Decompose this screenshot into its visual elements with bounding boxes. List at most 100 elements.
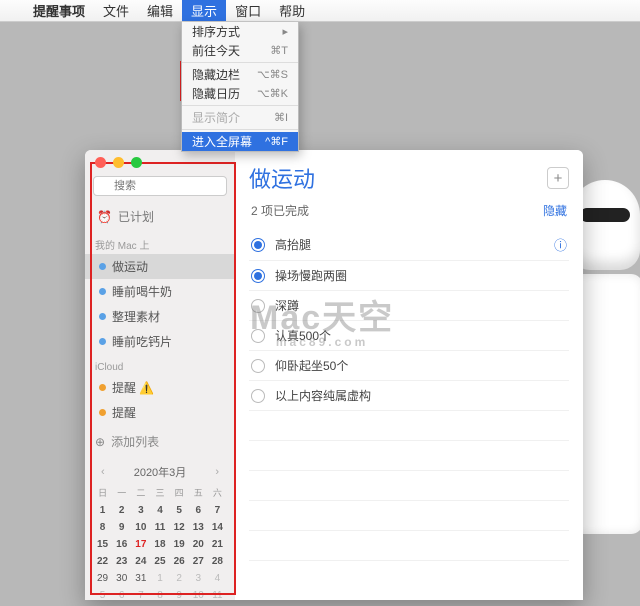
menu-edit[interactable]: 编辑 bbox=[138, 0, 182, 21]
cal-day[interactable]: 2 bbox=[170, 571, 189, 586]
cal-day[interactable]: 9 bbox=[112, 520, 131, 535]
cal-day[interactable]: 3 bbox=[131, 503, 150, 518]
task-row[interactable]: 以上内容纯属虚构 bbox=[249, 381, 569, 411]
cal-day[interactable]: 25 bbox=[150, 554, 169, 569]
mini-calendar: ‹ 2020年3月 › 日一二三四五六123456789101112131415… bbox=[85, 458, 235, 600]
reminders-window: 🔍 ⏰ 已计划 我的 Mac 上 做运动 睡前喝牛奶 整理素材 睡前吃钙片 iC… bbox=[85, 150, 583, 600]
cal-day[interactable]: 5 bbox=[93, 588, 112, 600]
task-row[interactable]: 操场慢跑两圈 bbox=[249, 261, 569, 291]
sidebar-item-organize[interactable]: 整理素材 bbox=[85, 304, 235, 329]
empty-row bbox=[249, 471, 569, 501]
sidebar-item-reminder-warn[interactable]: 提醒 ⚠️ bbox=[85, 375, 235, 400]
traffic-lights bbox=[95, 157, 142, 168]
cal-day[interactable]: 29 bbox=[93, 571, 112, 586]
sidebar-item-exercise[interactable]: 做运动 bbox=[85, 254, 235, 279]
cal-day[interactable]: 3 bbox=[189, 571, 208, 586]
menu-window[interactable]: 窗口 bbox=[226, 0, 270, 21]
minimize-button[interactable] bbox=[113, 157, 124, 168]
sidebar-item-reminder[interactable]: 提醒 bbox=[85, 400, 235, 425]
hide-completed-link[interactable]: 隐藏 bbox=[543, 202, 567, 219]
cal-dow: 日 bbox=[93, 484, 112, 501]
task-row[interactable]: 高抬腿ⓘ bbox=[249, 229, 569, 261]
cal-day[interactable]: 26 bbox=[170, 554, 189, 569]
menu-help[interactable]: 帮助 bbox=[270, 0, 314, 21]
cal-day[interactable]: 24 bbox=[131, 554, 150, 569]
task-label: 深蹲 bbox=[275, 297, 567, 314]
cal-day[interactable]: 4 bbox=[208, 571, 227, 586]
cal-prev[interactable]: ‹ bbox=[97, 466, 109, 478]
completed-count: 2 项已完成 bbox=[251, 202, 309, 219]
empty-row bbox=[249, 441, 569, 471]
view-dropdown: 排序方式▸前往今天⌘T 隐藏边栏⌥⌘S隐藏日历⌥⌘K 显示简介⌘I 进入全屏幕^⌘F bbox=[181, 22, 299, 152]
add-reminder-button[interactable]: + bbox=[547, 167, 569, 189]
cal-day[interactable]: 21 bbox=[208, 537, 227, 552]
cal-day[interactable]: 31 bbox=[131, 571, 150, 586]
task-radio[interactable] bbox=[251, 299, 265, 313]
zoom-button[interactable] bbox=[131, 157, 142, 168]
menu-app[interactable]: 提醒事项 bbox=[24, 0, 94, 21]
dropdown-item[interactable]: 隐藏日历⌥⌘K bbox=[182, 84, 298, 103]
cal-day[interactable]: 2 bbox=[112, 503, 131, 518]
cal-day[interactable]: 11 bbox=[150, 520, 169, 535]
task-radio[interactable] bbox=[251, 238, 265, 252]
cal-day[interactable]: 20 bbox=[189, 537, 208, 552]
cal-day[interactable]: 8 bbox=[150, 588, 169, 600]
cal-dow: 六 bbox=[208, 484, 227, 501]
menu-view[interactable]: 显示 bbox=[182, 0, 226, 21]
cal-day[interactable]: 28 bbox=[208, 554, 227, 569]
dropdown-item: 显示简介⌘I bbox=[182, 108, 298, 127]
cal-dow: 三 bbox=[150, 484, 169, 501]
task-label: 认真500个 bbox=[275, 327, 567, 344]
dropdown-item[interactable]: 排序方式▸ bbox=[182, 22, 298, 41]
cal-day[interactable]: 23 bbox=[112, 554, 131, 569]
search-input[interactable] bbox=[93, 176, 227, 196]
cal-day[interactable]: 1 bbox=[150, 571, 169, 586]
cal-day[interactable]: 30 bbox=[112, 571, 131, 586]
cal-day[interactable]: 10 bbox=[131, 520, 150, 535]
cal-day[interactable]: 13 bbox=[189, 520, 208, 535]
info-icon[interactable]: ⓘ bbox=[554, 235, 567, 254]
cal-day[interactable]: 7 bbox=[208, 503, 227, 518]
dropdown-item[interactable]: 前往今天⌘T bbox=[182, 41, 298, 60]
cal-title: 2020年3月 bbox=[134, 464, 187, 480]
cal-day[interactable]: 6 bbox=[112, 588, 131, 600]
dropdown-item[interactable]: 隐藏边栏⌥⌘S bbox=[182, 65, 298, 84]
task-label: 仰卧起坐50个 bbox=[275, 357, 567, 374]
scheduled-row[interactable]: ⏰ 已计划 bbox=[85, 202, 235, 229]
sidebar-item-calcium[interactable]: 睡前吃钙片 bbox=[85, 329, 235, 354]
cal-day[interactable]: 7 bbox=[131, 588, 150, 600]
cal-day[interactable]: 8 bbox=[93, 520, 112, 535]
cal-day[interactable]: 27 bbox=[189, 554, 208, 569]
cal-day[interactable]: 5 bbox=[170, 503, 189, 518]
cal-day[interactable]: 18 bbox=[150, 537, 169, 552]
cal-day[interactable]: 1 bbox=[93, 503, 112, 518]
cal-dow: 四 bbox=[170, 484, 189, 501]
close-button[interactable] bbox=[95, 157, 106, 168]
cal-day[interactable]: 10 bbox=[189, 588, 208, 600]
cal-day[interactable]: 4 bbox=[150, 503, 169, 518]
cal-day[interactable]: 9 bbox=[170, 588, 189, 600]
task-radio[interactable] bbox=[251, 269, 265, 283]
menu-file[interactable]: 文件 bbox=[94, 0, 138, 21]
cal-day[interactable]: 19 bbox=[170, 537, 189, 552]
add-list-button[interactable]: ⊕ 添加列表 bbox=[85, 425, 235, 458]
dropdown-item[interactable]: 进入全屏幕^⌘F bbox=[182, 132, 298, 151]
cal-next[interactable]: › bbox=[211, 466, 223, 478]
task-row[interactable]: 认真500个 bbox=[249, 321, 569, 351]
section-header-icloud: iCloud bbox=[85, 358, 235, 375]
task-radio[interactable] bbox=[251, 329, 265, 343]
task-radio[interactable] bbox=[251, 359, 265, 373]
cal-day[interactable]: 12 bbox=[170, 520, 189, 535]
cal-day[interactable]: 11 bbox=[208, 588, 227, 600]
cal-day[interactable]: 6 bbox=[189, 503, 208, 518]
task-radio[interactable] bbox=[251, 389, 265, 403]
plus-circle-icon: ⊕ bbox=[95, 435, 105, 449]
cal-day[interactable]: 22 bbox=[93, 554, 112, 569]
cal-day[interactable]: 14 bbox=[208, 520, 227, 535]
cal-day[interactable]: 16 bbox=[112, 537, 131, 552]
cal-day[interactable]: 15 bbox=[93, 537, 112, 552]
sidebar-item-milk[interactable]: 睡前喝牛奶 bbox=[85, 279, 235, 304]
task-row[interactable]: 仰卧起坐50个 bbox=[249, 351, 569, 381]
cal-day[interactable]: 17 bbox=[131, 537, 150, 552]
task-row[interactable]: 深蹲 bbox=[249, 291, 569, 321]
